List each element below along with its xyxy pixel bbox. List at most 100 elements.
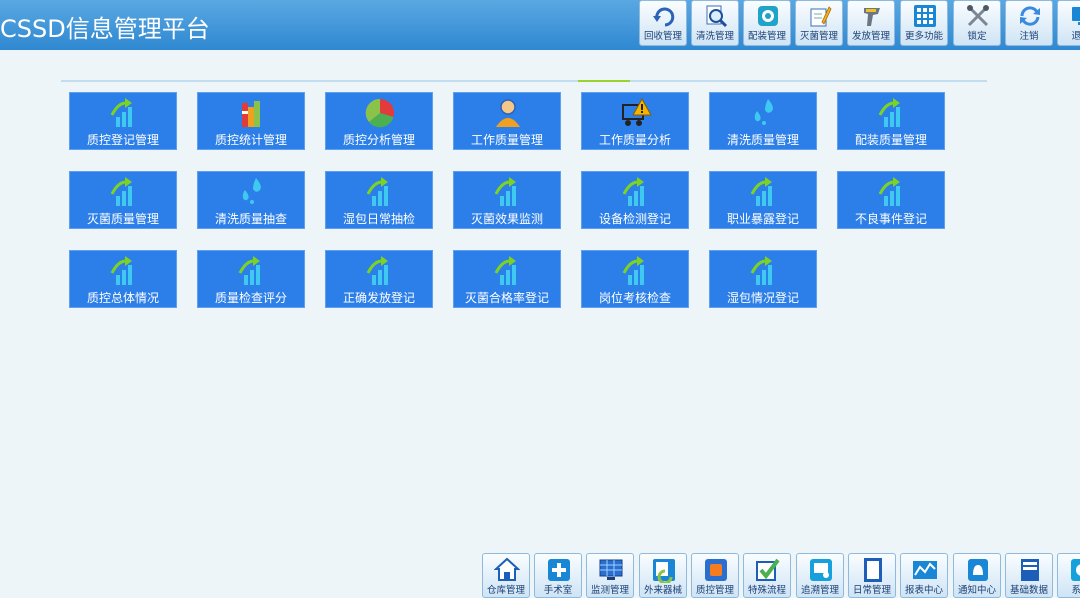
- chart-arrow-icon: [620, 176, 652, 208]
- bottom-nav-3[interactable]: 监测管理: [586, 553, 634, 598]
- grid-icon: [914, 5, 936, 27]
- exit-icon: [1072, 7, 1080, 25]
- tile-15[interactable]: 质控总体情况: [69, 250, 177, 308]
- line-chart-icon: [912, 557, 938, 583]
- water-drops-icon: [236, 176, 268, 208]
- users-icon: [492, 97, 524, 129]
- notice-icon: [965, 557, 991, 583]
- tile-17[interactable]: 正确发放登记: [325, 250, 433, 308]
- tile-13[interactable]: 职业暴露登记: [709, 171, 817, 229]
- chart-arrow-icon: [748, 255, 780, 287]
- wash-management-button[interactable]: 清洗管理: [691, 0, 739, 46]
- bottom-nav-8[interactable]: 日常管理: [848, 553, 896, 598]
- cart-warning-icon: [620, 97, 652, 129]
- quality-icon: [703, 557, 729, 583]
- checkbox-icon: [755, 557, 781, 583]
- tile-9[interactable]: 清洗质量抽查: [197, 171, 305, 229]
- tile-4[interactable]: 工作质量管理: [453, 92, 561, 150]
- tile-label: 灭菌效果监测: [470, 212, 543, 226]
- bottom-nav-label: 监测管理: [590, 585, 629, 596]
- header-bar: CSSD信息管理平台 回收管理 清洗管理 配装管理 灭菌管理 发放管理 更多功能…: [0, 0, 1080, 50]
- lock-button[interactable]: 锁定: [953, 0, 1001, 46]
- bottom-nav-10[interactable]: 通知中心: [953, 553, 1001, 598]
- document-icon: [860, 557, 886, 583]
- bottom-nav-label: 仓库管理: [486, 585, 525, 596]
- tile-8[interactable]: 灭菌质量管理: [69, 171, 177, 229]
- tile-label: 设备检测登记: [598, 212, 671, 226]
- tile-14[interactable]: 不良事件登记: [837, 171, 945, 229]
- tile-label: 正确发放登记: [342, 291, 415, 305]
- tile-label: 质量检查评分: [214, 291, 287, 305]
- tile-19[interactable]: 岗位考核检查: [581, 250, 689, 308]
- divider-indicator: [578, 80, 630, 82]
- bottom-nav-label: 通知中心: [957, 585, 996, 596]
- tile-label: 职业暴露登记: [726, 212, 799, 226]
- bottom-nav-1[interactable]: 仓库管理: [482, 553, 530, 598]
- tile-label: 灭菌合格率登记: [464, 291, 549, 305]
- bottom-nav-label: 报表中心: [904, 585, 943, 596]
- tile-label: 岗位考核检查: [598, 291, 671, 305]
- medical-cross-icon: [546, 557, 572, 583]
- more-functions-button[interactable]: 更多功能: [900, 0, 948, 46]
- bottom-nav-label: 外来器械: [643, 585, 682, 596]
- tile-5[interactable]: 工作质量分析: [581, 92, 689, 150]
- tile-3[interactable]: 质控分析管理: [325, 92, 433, 150]
- tile-16[interactable]: 质量检查评分: [197, 250, 305, 308]
- chart-arrow-icon: [108, 176, 140, 208]
- water-drops-icon: [748, 97, 780, 129]
- tile-11[interactable]: 灭菌效果监测: [453, 171, 561, 229]
- bottom-nav-label: 质控管理: [695, 585, 734, 596]
- refresh-icon: [1020, 6, 1040, 26]
- pie-chart-icon: [364, 97, 396, 129]
- monitor-icon: [598, 557, 624, 583]
- bottom-nav-4[interactable]: 外来器械: [639, 553, 687, 598]
- wash-magnifier-icon: [706, 5, 728, 28]
- tile-1[interactable]: 质控登记管理: [69, 92, 177, 150]
- tile-label: 灭菌质量管理: [86, 212, 159, 226]
- tile-18[interactable]: 灭菌合格率登记: [453, 250, 561, 308]
- tile-20[interactable]: 湿包情况登记: [709, 250, 817, 308]
- bottom-nav-label: 日常管理: [852, 585, 891, 596]
- tile-2[interactable]: 质控统计管理: [197, 92, 305, 150]
- bottom-nav-label: 系统: [1058, 585, 1080, 597]
- bottom-nav-6[interactable]: 特殊流程: [743, 553, 791, 598]
- bottom-nav-2[interactable]: 手术室: [534, 553, 582, 598]
- bottom-nav-label: 手术室: [543, 585, 573, 596]
- exchange-icon: [651, 557, 677, 585]
- chart-arrow-icon: [748, 176, 780, 208]
- bottom-nav-11[interactable]: 基础数据: [1005, 553, 1053, 598]
- book-icon: [1017, 557, 1043, 583]
- sterilize-pen-icon: [810, 6, 832, 27]
- system-icon: [1069, 557, 1080, 583]
- tile-12[interactable]: 设备检测登记: [581, 171, 689, 229]
- tile-7[interactable]: 配装质量管理: [837, 92, 945, 150]
- bottom-nav-label: 基础数据: [1009, 585, 1048, 596]
- recycle-arrow-icon: [653, 7, 675, 27]
- tile-label: 湿包情况登记: [726, 291, 799, 305]
- package-management-button[interactable]: 配装管理: [743, 0, 791, 46]
- tile-label: 工作质量分析: [598, 133, 671, 147]
- chart-arrow-icon: [876, 176, 908, 208]
- tile-label: 质控分析管理: [342, 133, 415, 147]
- recycle-management-button[interactable]: 回收管理: [639, 0, 687, 46]
- bottom-nav-7[interactable]: 追溯管理: [796, 553, 844, 598]
- tile-6[interactable]: 清洗质量管理: [709, 92, 817, 150]
- chart-arrow-icon: [108, 97, 140, 129]
- bottom-nav-5[interactable]: 质控管理: [691, 553, 739, 598]
- package-icon: [758, 6, 778, 26]
- content-divider: [61, 80, 987, 82]
- bottom-nav-9[interactable]: 报表中心: [900, 553, 948, 598]
- bottom-nav-12[interactable]: 系统: [1057, 553, 1080, 598]
- bottom-nav-label: 追溯管理: [800, 585, 839, 596]
- chart-arrow-icon: [620, 255, 652, 287]
- tile-label: 清洗质量管理: [726, 133, 799, 147]
- chart-arrow-icon: [364, 255, 396, 287]
- sterilize-management-button[interactable]: 灭菌管理: [795, 0, 843, 46]
- tile-label: 湿包日常抽检: [342, 212, 415, 226]
- tile-label: 清洗质量抽查: [214, 212, 287, 226]
- chart-arrow-icon: [108, 255, 140, 287]
- exit-button[interactable]: 退出: [1057, 0, 1080, 46]
- tile-10[interactable]: 湿包日常抽检: [325, 171, 433, 229]
- logout-button[interactable]: 注销: [1005, 0, 1053, 46]
- dispatch-management-button[interactable]: 发放管理: [847, 0, 895, 46]
